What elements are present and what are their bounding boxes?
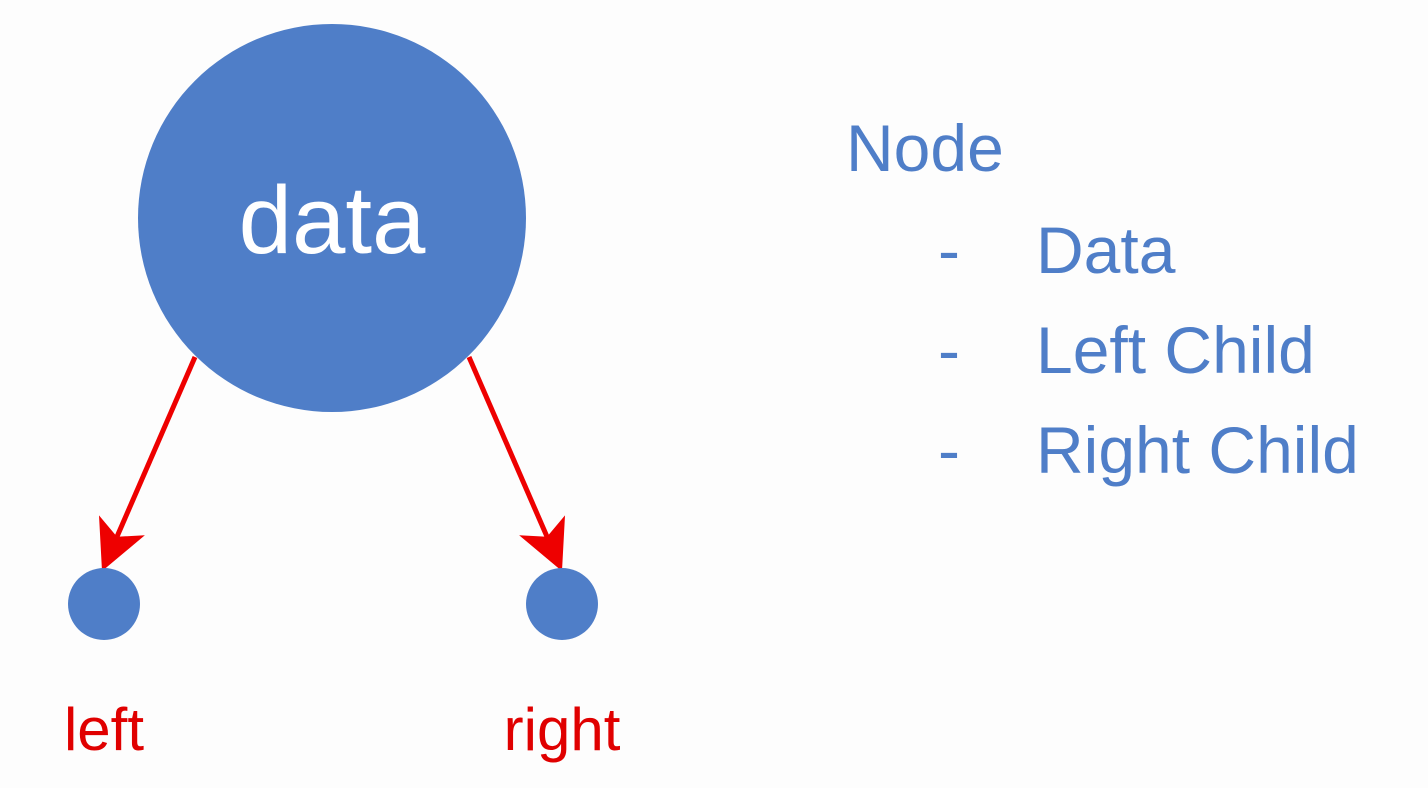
bullet-dash: - — [938, 313, 960, 387]
bullet-dash: - — [938, 213, 960, 287]
node-heading: Node — [846, 111, 1004, 185]
list-item: - Data — [938, 212, 1359, 312]
root-node-label: data — [239, 167, 426, 274]
field-data-label: Data — [1036, 213, 1176, 287]
left-child-node — [68, 568, 140, 640]
right-child-node — [526, 568, 598, 640]
field-left-child-label: Left Child — [1036, 313, 1315, 387]
right-pointer-arrow — [466, 356, 566, 572]
left-pointer-arrow — [98, 356, 198, 572]
list-item: - Left Child — [938, 312, 1359, 412]
left-child-label: left — [64, 696, 144, 763]
right-child-label: right — [504, 696, 621, 763]
field-right-child-label: Right Child — [1036, 413, 1359, 487]
list-item: - Right Child — [938, 412, 1359, 512]
node-field-list: - Data - Left Child - Right Child — [938, 212, 1359, 512]
slide: data left right Node - Data - Left Child -… — [0, 0, 1428, 788]
bullet-dash: - — [938, 413, 960, 487]
binary-node-diagram: data left right — [64, 24, 621, 763]
